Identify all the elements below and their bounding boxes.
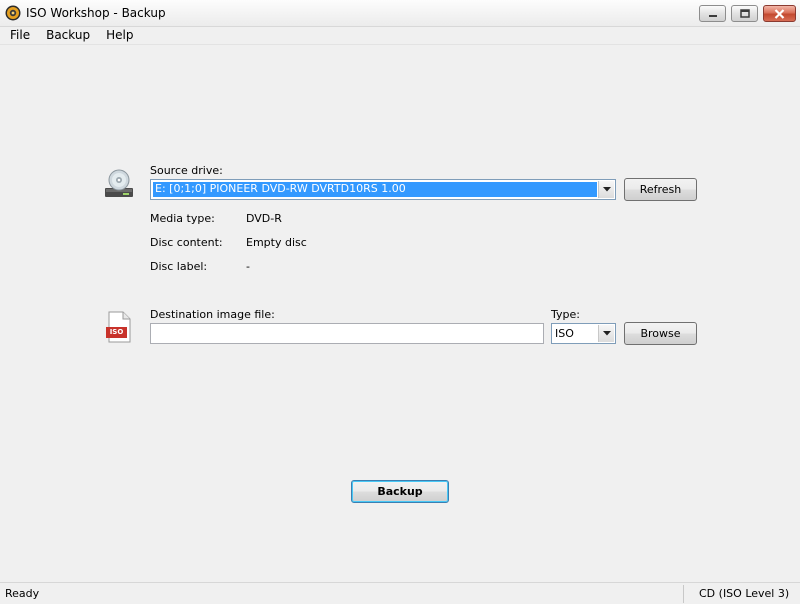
minimize-icon xyxy=(708,14,717,17)
dropdown-arrow-button[interactable] xyxy=(598,181,614,198)
chevron-down-icon xyxy=(602,187,611,192)
disc-label-label: Disc label: xyxy=(150,260,208,273)
source-drive-value: E: [0;1;0] PIONEER DVD-RW DVRTD10RS 1.00 xyxy=(153,182,597,197)
type-dropdown-arrow-button[interactable] xyxy=(598,325,614,342)
maximize-icon xyxy=(739,9,750,18)
disc-content-label: Disc content: xyxy=(150,236,223,249)
iso-file-icon-text: ISO xyxy=(109,328,124,336)
browse-button[interactable]: Browse xyxy=(624,322,697,345)
optical-drive-icon xyxy=(105,169,133,197)
window-title: ISO Workshop - Backup xyxy=(26,6,166,20)
app-window: ISO Workshop - Backup File Backup Help S… xyxy=(0,0,800,604)
menu-bar: File Backup Help xyxy=(0,27,800,45)
maximize-button[interactable] xyxy=(731,5,758,22)
minimize-button[interactable] xyxy=(699,5,726,22)
source-drive-label: Source drive: xyxy=(150,164,223,177)
type-select[interactable]: ISO xyxy=(551,323,616,344)
menu-help[interactable]: Help xyxy=(97,27,140,44)
destination-label: Destination image file: xyxy=(150,308,275,321)
type-label: Type: xyxy=(551,308,580,321)
disc-label-value: - xyxy=(246,260,250,273)
type-value: ISO xyxy=(555,327,574,340)
menu-backup[interactable]: Backup xyxy=(37,27,97,44)
iso-file-icon xyxy=(106,311,131,343)
status-bar: Ready CD (ISO Level 3) xyxy=(0,582,800,604)
status-separator xyxy=(683,585,684,603)
title-bar[interactable]: ISO Workshop - Backup xyxy=(0,0,800,27)
chevron-down-icon xyxy=(602,331,611,336)
menu-file[interactable]: File xyxy=(0,27,37,44)
media-type-label: Media type: xyxy=(150,212,215,225)
status-image-format: CD (ISO Level 3) xyxy=(699,587,790,600)
media-type-value: DVD-R xyxy=(246,212,282,225)
refresh-button[interactable]: Refresh xyxy=(624,178,697,201)
disc-content-value: Empty disc xyxy=(246,236,307,249)
destination-file-input[interactable] xyxy=(150,323,544,344)
source-drive-select[interactable]: E: [0;1;0] PIONEER DVD-RW DVRTD10RS 1.00 xyxy=(150,179,616,200)
backup-button[interactable]: Backup xyxy=(351,480,449,503)
status-text: Ready xyxy=(5,587,40,600)
cd-disc-icon xyxy=(5,5,21,21)
close-icon xyxy=(774,8,785,19)
close-button[interactable] xyxy=(763,5,796,22)
